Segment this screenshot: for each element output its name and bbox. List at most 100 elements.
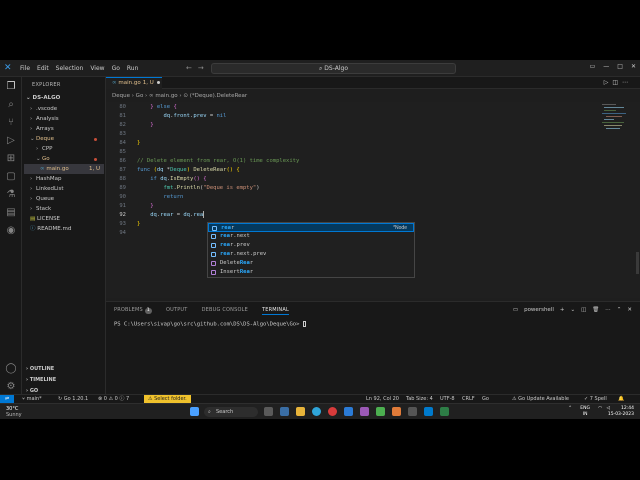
autocomplete-suggestions[interactable]: rear *Node rear.next rear.prev rear.next.… xyxy=(207,222,415,278)
run-debug-icon[interactable]: ▷ xyxy=(5,135,17,147)
tab-output[interactable]: OUTPUT xyxy=(166,305,188,315)
suggestion-item[interactable]: rear.next xyxy=(208,232,414,241)
suggestion-item[interactable]: rear.next.prev xyxy=(208,250,414,259)
system-tray[interactable]: ⌃ ENG IN ◠ ◁ 12:44 15-03-2023 xyxy=(568,406,634,418)
accounts-icon[interactable]: ◯ xyxy=(5,363,17,375)
file-explorer-icon[interactable] xyxy=(264,407,273,416)
app-icon[interactable] xyxy=(376,407,385,416)
tree-item-vscode[interactable]: › .vscode xyxy=(30,104,57,114)
menu-go[interactable]: Go xyxy=(112,65,120,72)
maximize-icon[interactable]: □ xyxy=(617,63,623,70)
suggestion-item[interactable]: rear *Node xyxy=(208,223,414,232)
testing-icon[interactable]: ⚗ xyxy=(5,189,17,201)
store-icon[interactable] xyxy=(360,407,369,416)
menu-selection[interactable]: Selection xyxy=(56,65,84,72)
outline-section[interactable]: › OUTLINE xyxy=(26,366,54,372)
nav-back-forward-icon[interactable]: ←→ xyxy=(186,64,210,72)
split-terminal-icon[interactable]: ◫ xyxy=(581,305,586,315)
editor-scrollbar[interactable] xyxy=(634,102,640,298)
tree-item-hashmap[interactable]: › HashMap xyxy=(30,174,61,184)
menu-file[interactable]: File xyxy=(20,65,30,72)
language-status[interactable]: Go xyxy=(482,395,489,403)
docker-icon[interactable]: ▤ xyxy=(5,207,17,219)
mail-icon[interactable] xyxy=(344,407,353,416)
extensions-icon[interactable]: ⊞ xyxy=(5,153,17,165)
menu-run[interactable]: Run xyxy=(127,65,139,72)
go-update-status[interactable]: ⚠ Go Update Available xyxy=(512,395,569,403)
encoding-status[interactable]: UTF-8 xyxy=(440,395,455,403)
close-icon[interactable]: ✕ xyxy=(631,63,636,70)
remote-explorer-icon[interactable]: ▢ xyxy=(5,171,17,183)
layout-icon[interactable]: ▭ xyxy=(590,63,596,70)
volume-icon[interactable]: ◁ xyxy=(607,406,610,412)
tree-item-main-go[interactable]: ∞ main.go 1, U xyxy=(24,164,104,174)
tab-main-go[interactable]: ∞ main.go 1, U xyxy=(106,77,162,89)
scrollbar-thumb[interactable] xyxy=(636,252,639,274)
problems-status[interactable]: ⊗ 0 ⚠ 0 ⓘ 7 xyxy=(98,395,129,403)
terminal-output[interactable]: PS C:\Users\sivap\go\src\github.com\DS\D… xyxy=(114,321,306,328)
more-icon[interactable]: ⋯ xyxy=(605,305,611,315)
select-folder-button[interactable]: ⚠ Select folder. xyxy=(144,395,191,403)
source-control-icon[interactable]: ⑂ xyxy=(5,117,17,129)
git-graph-icon[interactable]: ◉ xyxy=(5,225,17,237)
suggestion-item[interactable]: rear.prev xyxy=(208,241,414,250)
weather-widget[interactable]: 30°C Sunny xyxy=(6,406,22,418)
folder-icon[interactable] xyxy=(296,407,305,416)
windows-start-icon[interactable] xyxy=(190,407,199,416)
vscode-taskbar-icon[interactable] xyxy=(424,407,433,416)
language-indicator[interactable]: ENG IN xyxy=(580,406,590,418)
tree-item-analysis[interactable]: › Analysis xyxy=(30,114,59,124)
terminal-app-icon[interactable] xyxy=(408,407,417,416)
chrome-browser-icon[interactable] xyxy=(328,407,337,416)
notifications-bell-icon[interactable]: 🔔 xyxy=(618,395,624,403)
breadcrumb[interactable]: Deque › Go › ∞ main.go › ⊙ (*Deque).Dele… xyxy=(112,93,247,99)
search-icon[interactable]: ⌕ xyxy=(5,99,17,111)
cursor-position-status[interactable]: Ln 92, Col 20 xyxy=(366,395,399,403)
task-view-icon[interactable] xyxy=(280,407,289,416)
unsaved-dot-icon[interactable] xyxy=(156,81,160,84)
split-editor-icon[interactable]: ◫ xyxy=(612,79,622,86)
tree-item-license[interactable]: ▤ LICENSE xyxy=(30,214,60,224)
remote-indicator-icon[interactable]: ⇌ xyxy=(0,395,14,403)
add-terminal-icon[interactable]: + xyxy=(560,305,565,315)
taskbar-search[interactable]: ⌕ Search xyxy=(204,407,258,417)
branch-status[interactable]: ⑂ main* xyxy=(22,395,42,403)
menu-edit[interactable]: Edit xyxy=(37,65,49,72)
eol-status[interactable]: CRLF xyxy=(462,395,475,403)
menu-view[interactable]: View xyxy=(90,65,104,72)
maximize-panel-icon[interactable]: ⌃ xyxy=(617,305,622,315)
app-icon[interactable] xyxy=(440,407,449,416)
spell-status[interactable]: ✓ 7 Spell xyxy=(584,395,607,403)
close-icon[interactable]: ✕ xyxy=(627,305,632,315)
suggestion-item[interactable]: DeleteRear xyxy=(208,259,414,268)
minimap[interactable] xyxy=(602,102,632,152)
tree-item-arrays[interactable]: › Arrays xyxy=(30,124,54,134)
workspace-root[interactable]: ⌄ DS-ALGO xyxy=(26,95,60,101)
tree-item-stack[interactable]: › Stack xyxy=(30,204,51,214)
tab-terminal[interactable]: TERMINAL xyxy=(261,305,289,315)
terminal-shell-label[interactable]: powershell xyxy=(524,305,554,315)
tree-item-cpp[interactable]: › CPP xyxy=(36,144,52,154)
tab-debug-console[interactable]: DEBUG CONSOLE xyxy=(202,305,248,315)
timeline-section[interactable]: › TIMELINE xyxy=(26,377,56,383)
tree-item-readme[interactable]: ⓘ README.md xyxy=(30,224,71,234)
tree-item-queue[interactable]: › Queue xyxy=(30,194,54,204)
tree-item-deque[interactable]: ⌄Deque xyxy=(30,134,54,144)
edge-browser-icon[interactable] xyxy=(312,407,321,416)
tray-chevron-up-icon[interactable]: ⌃ xyxy=(568,406,572,412)
tab-problems[interactable]: PROBLEMS 1 xyxy=(114,305,152,315)
tree-item-go[interactable]: ⌄Go xyxy=(36,154,50,164)
trash-icon[interactable]: 🗑 xyxy=(592,305,599,315)
tab-size-status[interactable]: Tab Size: 4 xyxy=(406,395,433,403)
more-icon[interactable]: ⋯ xyxy=(622,79,632,86)
command-center[interactable]: ⌕ DS-Algo xyxy=(211,63,456,74)
suggestion-item[interactable]: InsertRear xyxy=(208,268,414,277)
wifi-icon[interactable]: ◠ xyxy=(598,406,602,412)
tree-item-linkedlist[interactable]: › LinkedList xyxy=(30,184,64,194)
gear-icon[interactable]: ⚙ xyxy=(5,381,17,393)
explorer-icon[interactable]: ❐ xyxy=(5,81,17,93)
chevron-down-icon[interactable]: ⌄ xyxy=(570,305,575,315)
minimize-icon[interactable]: — xyxy=(603,63,609,70)
go-version-status[interactable]: ↻ Go 1.20.1 xyxy=(58,395,88,403)
app-icon[interactable] xyxy=(392,407,401,416)
